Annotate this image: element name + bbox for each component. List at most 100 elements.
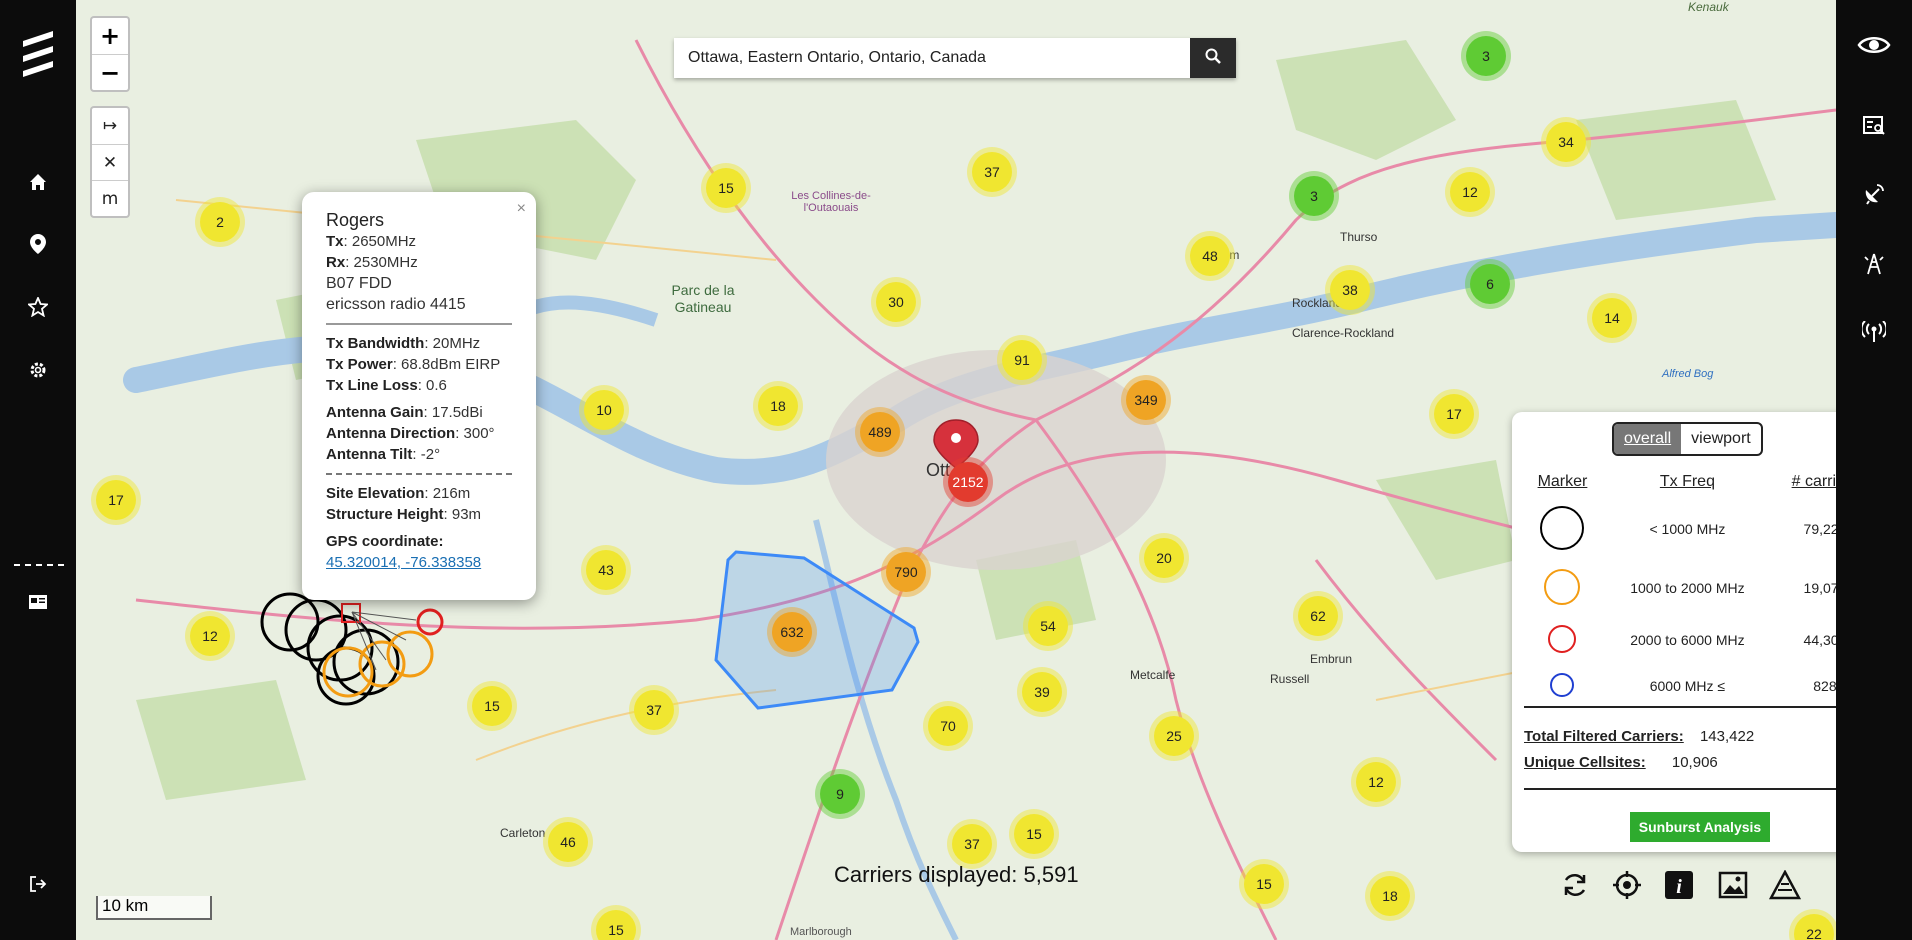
popup-elev-label: Site Elevation <box>326 485 425 502</box>
cluster-marker[interactable]: 790 <box>886 552 926 592</box>
cluster-marker[interactable]: 10 <box>584 390 624 430</box>
info-icon[interactable]: i <box>1660 866 1698 904</box>
cluster-marker[interactable]: 3 <box>1294 176 1334 216</box>
cluster-marker[interactable]: 54 <box>1028 606 1068 646</box>
cluster-marker[interactable]: 46 <box>548 822 588 862</box>
cluster-marker[interactable]: 62 <box>1298 596 1338 636</box>
popup-gps-link[interactable]: 45.320014, -76.338358 <box>326 554 481 571</box>
logout-icon[interactable] <box>26 872 50 896</box>
ericsson-logo[interactable] <box>18 28 58 78</box>
cluster-marker[interactable]: 15 <box>1244 864 1284 904</box>
legend-count: 828 <box>1813 678 1836 694</box>
popup-close-button[interactable]: × <box>517 198 526 219</box>
tab-overall[interactable]: overall <box>1614 424 1682 454</box>
popup-height-row: Structure Height: 93m <box>326 506 482 523</box>
cluster-marker[interactable]: 14 <box>1592 298 1632 338</box>
cluster-marker[interactable]: 39 <box>1022 672 1062 712</box>
cluster-marker[interactable]: 30 <box>876 282 916 322</box>
cluster-marker[interactable]: 20 <box>1144 538 1184 578</box>
cluster-marker[interactable]: 6 <box>1470 264 1510 304</box>
satellite-dish-icon[interactable] <box>1862 182 1886 206</box>
unique-value: 10,906 <box>1671 754 1718 771</box>
cluster-marker[interactable]: 489 <box>860 412 900 452</box>
cluster-marker[interactable]: 38 <box>1330 270 1370 310</box>
zoom-out-button[interactable]: − <box>92 54 128 90</box>
measure-distance-button[interactable]: ↦ <box>92 108 128 144</box>
search-icon <box>1205 48 1221 69</box>
map-canvas[interactable]: Kenauk Parc de la Gatineau Les Collines-… <box>76 0 1836 940</box>
cluster-marker[interactable]: 18 <box>1370 876 1410 916</box>
terrain-icon[interactable] <box>1766 866 1804 904</box>
cluster-marker[interactable]: 17 <box>1434 394 1474 434</box>
legend-count: 44,302 <box>1803 632 1836 648</box>
marker-circle-black-icon <box>1540 505 1585 550</box>
id-card-icon[interactable] <box>26 590 50 614</box>
left-sidebar <box>0 0 76 940</box>
cluster-marker[interactable]: 37 <box>952 824 992 864</box>
col-marker: Marker <box>1537 473 1588 490</box>
tab-viewport[interactable]: viewport <box>1681 424 1761 454</box>
cluster-marker[interactable]: 12 <box>1356 762 1396 802</box>
legend-separator <box>1524 788 1836 790</box>
unique-cellsites: Unique Cellsites: 10,906 <box>1524 754 1718 771</box>
svg-text:i: i <box>1676 876 1682 898</box>
cluster-marker[interactable]: 43 <box>586 550 626 590</box>
legend-count: 19,071 <box>1803 580 1836 596</box>
tower-icon[interactable] <box>1862 252 1886 276</box>
cluster-marker[interactable]: 37 <box>972 152 1012 192</box>
zoom-in-button[interactable]: + <box>92 18 128 54</box>
crosshair-icon[interactable] <box>1608 866 1646 904</box>
cluster-marker[interactable]: 15 <box>472 686 512 726</box>
search-input[interactable] <box>674 38 1190 78</box>
gear-icon[interactable] <box>26 358 50 382</box>
place-label-embrun: Embrun <box>1310 652 1353 666</box>
cluster-marker[interactable]: 2 <box>200 202 240 242</box>
popup-tilt-label: Antenna Tilt <box>326 446 413 463</box>
search-button[interactable] <box>1190 38 1236 78</box>
broadcast-icon[interactable] <box>1862 320 1886 344</box>
popup-direction-row: Antenna Direction: 300° <box>326 425 495 442</box>
total-filtered-carriers: Total Filtered Carriers: 143,422 <box>1524 728 1754 745</box>
carriers-displayed: Carriers displayed: 5,591 <box>834 862 1079 887</box>
cluster-marker[interactable]: 9 <box>820 774 860 814</box>
measure-unit-button[interactable]: m <box>92 180 128 216</box>
cluster-marker[interactable]: 18 <box>758 386 798 426</box>
report-search-icon[interactable] <box>1862 114 1886 138</box>
cluster-marker[interactable]: 25 <box>1154 716 1194 756</box>
popup-loss-value: 0.6 <box>426 377 447 394</box>
popup-dir-value: 300° <box>463 425 495 442</box>
cluster-marker[interactable]: 3 <box>1466 36 1506 76</box>
legend-count: 79,221 <box>1803 521 1836 537</box>
cluster-marker[interactable]: 70 <box>928 706 968 746</box>
cluster-marker[interactable]: 48 <box>1190 236 1230 276</box>
cluster-marker[interactable]: 632 <box>772 612 812 652</box>
measure-clear-button[interactable]: ✕ <box>92 144 128 180</box>
popup-rx-value: 2530MHz <box>353 254 418 271</box>
home-icon[interactable] <box>26 170 50 194</box>
popup-gain-label: Antenna Gain <box>326 404 424 421</box>
popup-elevation-row: Site Elevation: 216m <box>326 485 471 502</box>
popup-carrier-name: Rogers <box>326 210 385 230</box>
star-icon[interactable] <box>26 295 50 319</box>
cluster-marker[interactable]: 349 <box>1126 380 1166 420</box>
image-icon[interactable] <box>1714 866 1752 904</box>
cluster-marker[interactable]: 91 <box>1002 340 1042 380</box>
cluster-marker[interactable]: 15 <box>706 168 746 208</box>
cluster-marker[interactable]: 34 <box>1546 122 1586 162</box>
cluster-marker[interactable]: 12 <box>190 616 230 656</box>
location-pin-icon[interactable] <box>26 232 50 256</box>
unique-label: Unique Cellsites: <box>1524 754 1646 771</box>
sunburst-analysis-button[interactable]: Sunburst Analysis <box>1630 812 1770 842</box>
col-tx-freq: Tx Freq <box>1659 473 1715 490</box>
cluster-marker[interactable]: 2152 <box>948 462 988 502</box>
legend-row: 2000 to 6000 MHz 44,302 <box>1524 617 1836 663</box>
eye-icon[interactable] <box>1856 30 1892 60</box>
marker-circle-red-icon <box>1548 624 1577 653</box>
cluster-marker[interactable]: 17 <box>96 480 136 520</box>
refresh-icon[interactable] <box>1556 866 1594 904</box>
popup-dashed-divider <box>326 473 512 475</box>
cluster-marker[interactable]: 37 <box>634 690 674 730</box>
cluster-marker[interactable]: 12 <box>1450 172 1490 212</box>
scale-bar: 10 km <box>96 896 212 920</box>
cluster-marker[interactable]: 15 <box>1014 814 1054 854</box>
